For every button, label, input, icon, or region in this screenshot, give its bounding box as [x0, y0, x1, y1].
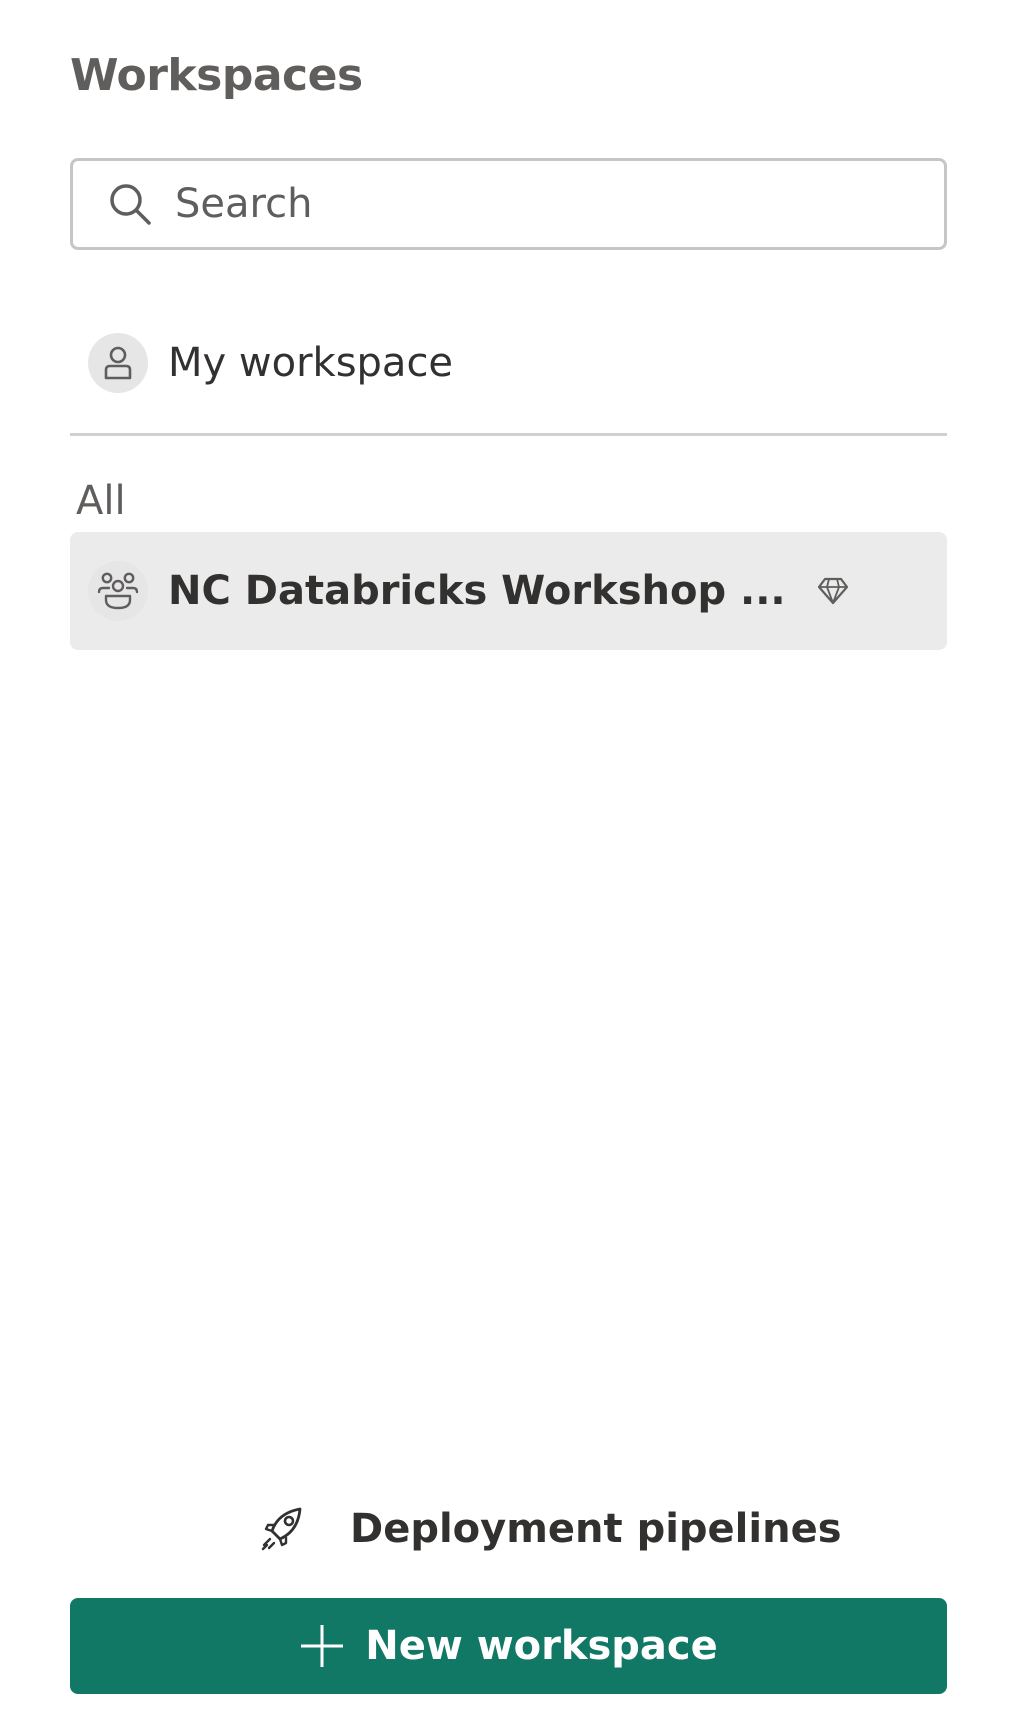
panel-title: Workspaces [70, 50, 363, 101]
diamond-icon [816, 574, 850, 608]
workspaces-panel: Workspaces My workspace All [0, 0, 1011, 1734]
workspace-label: NC Databricks Workshop ... [168, 568, 786, 614]
section-label-all: All [76, 478, 126, 524]
deployment-pipelines-link[interactable]: Deployment pipelines [258, 1494, 842, 1564]
search-input[interactable] [175, 181, 915, 227]
workspace-item[interactable]: NC Databricks Workshop ... [70, 532, 947, 650]
new-workspace-label: New workspace [365, 1623, 718, 1669]
my-workspace-label: My workspace [168, 340, 454, 386]
person-icon [88, 333, 148, 393]
deployment-pipelines-label: Deployment pipelines [350, 1506, 842, 1552]
divider [70, 433, 947, 436]
my-workspace-item[interactable]: My workspace [70, 318, 947, 408]
new-workspace-button[interactable]: New workspace [70, 1598, 947, 1694]
rocket-icon [258, 1501, 310, 1557]
search-box[interactable] [70, 158, 947, 250]
search-icon [107, 181, 153, 227]
group-icon [88, 561, 148, 621]
plus-icon [299, 1623, 345, 1669]
